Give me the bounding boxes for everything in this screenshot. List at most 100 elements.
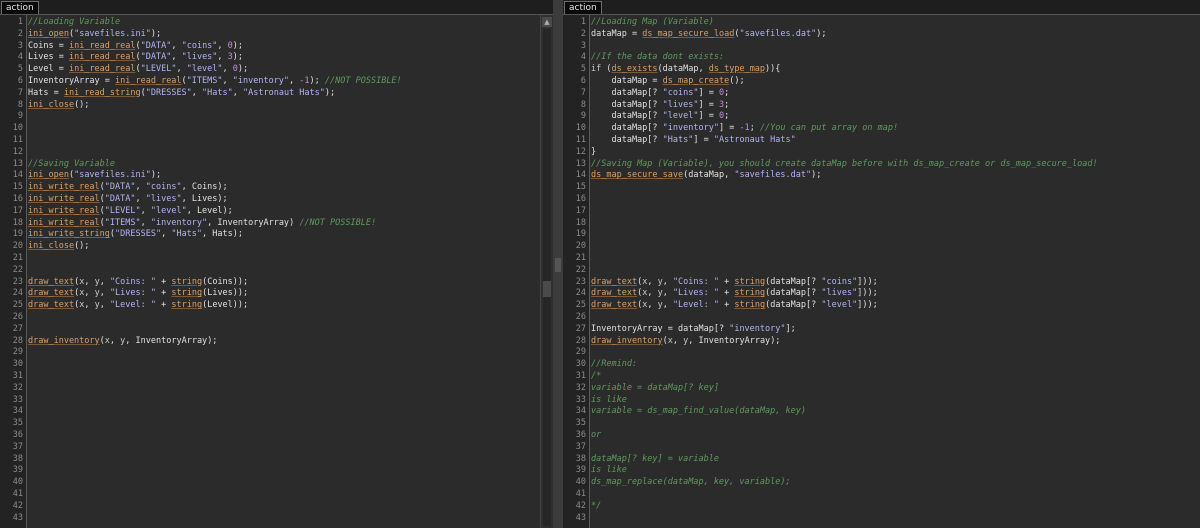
code-token: ); <box>324 87 336 98</box>
code-token: ini_read_real <box>68 64 136 75</box>
code-line[interactable]: Hats = ini_read_string("DRESSES", "Hats"… <box>28 88 335 100</box>
code-line[interactable]: ds_map_replace(dataMap, key, variable); <box>591 477 791 489</box>
editor-area[interactable]: 1 2 3 4 5 6 7 8 9 10 11 12 13 14 15 16 17 18 19 20 21 22 23 24 2… <box>563 15 1200 528</box>
code-line[interactable]: */ <box>591 501 601 513</box>
code-token: , <box>109 335 121 346</box>
code-line[interactable]: draw_text(x, y, "Coins: " + string(dataM… <box>591 277 878 289</box>
code-line[interactable]: /* <box>591 371 601 383</box>
code-token: [? <box>647 123 663 134</box>
code-token: ) <box>289 217 300 228</box>
pane-splitter[interactable] <box>553 0 563 528</box>
scrollbar-thumb[interactable] <box>543 281 551 297</box>
code-token: "level" <box>821 300 858 311</box>
code-line[interactable]: //Loading Map (Variable) <box>591 17 714 29</box>
code-area[interactable]: //Loading Variable ini_open("savefiles.in… <box>28 15 539 528</box>
code-token: ); <box>207 335 218 346</box>
code-line[interactable]: draw_text(x, y, "Coins: " + string(Coins… <box>28 277 248 289</box>
splitter-grip[interactable] <box>555 258 561 272</box>
code-line[interactable]: dataMap[? "inventory"] = -1; //You can p… <box>591 123 898 135</box>
line-number: 20 <box>575 241 586 252</box>
code-line[interactable]: dataMap = ds_map_secure_load("savefiles.… <box>591 29 826 41</box>
code-line[interactable]: ini_open("savefiles.ini"); <box>28 29 161 41</box>
code-token: "Hats" <box>202 87 233 98</box>
code-line[interactable]: variable = ds_map_find_value(dataMap, ke… <box>591 406 806 418</box>
code-line[interactable]: InventoryArray = dataMap[? "inventory"]; <box>591 324 796 336</box>
code-token: , <box>99 300 110 311</box>
code-line[interactable]: ini_write_real("DATA", "lives", Lives); <box>28 194 228 206</box>
code-line[interactable]: Level = ini_read_real("LEVEL", "level", … <box>28 64 248 76</box>
line-number: 34 <box>12 406 23 417</box>
line-number: 17 <box>575 205 586 216</box>
tab-action[interactable]: action <box>564 1 602 14</box>
code-line[interactable]: is like <box>591 395 627 407</box>
line-number: 35 <box>12 418 23 429</box>
code-line[interactable]: ini_write_real("DATA", "coins", Coins); <box>28 182 228 194</box>
code-token: = <box>58 64 69 75</box>
code-line[interactable]: //Saving Variable <box>28 159 115 171</box>
line-number: 16 <box>575 194 586 204</box>
code-line[interactable]: //Saving Map (Variable), you should crea… <box>591 159 1098 171</box>
vertical-scrollbar[interactable]: ▲ <box>540 15 553 528</box>
code-line[interactable]: draw_inventory(x, y, InventoryArray); <box>28 336 217 348</box>
line-number: 25 <box>575 300 586 311</box>
code-line[interactable]: draw_inventory(x, y, InventoryArray); <box>591 336 780 348</box>
code-token: ds_map_replace(dataMap, key, variable); <box>591 477 791 488</box>
code-line[interactable]: dataMap[? "lives"] = 3; <box>591 100 729 112</box>
code-line[interactable]: ini_open("savefiles.ini"); <box>28 170 161 182</box>
code-line[interactable]: //Loading Variable <box>28 17 120 29</box>
code-line[interactable]: variable = dataMap[? key] <box>591 383 719 395</box>
code-line[interactable]: Lives = ini_read_real("DATA", "lives", 3… <box>28 52 243 64</box>
code-line[interactable]: is like <box>591 465 627 477</box>
code-line[interactable]: InventoryArray = ini_read_real("ITEMS", … <box>28 76 402 88</box>
code-token: InventoryArray <box>591 323 668 334</box>
code-line[interactable]: dataMap = ds_map_create(); <box>591 76 744 88</box>
code-token: dataMap <box>770 288 807 299</box>
code-token: ] = <box>718 123 740 134</box>
code-token: InventoryArray <box>28 76 105 86</box>
line-number-gutter: 1 2 3 4 5 6 7 8 9 10 11 12 13 14 15 16 17 18 19 20 21 22 23 24 2… <box>0 15 27 528</box>
line-number: 6 <box>580 76 586 86</box>
code-line[interactable]: dataMap[? "level"] = 0; <box>591 111 729 123</box>
code-line[interactable]: Coins = ini_read_real("DATA", "coins", 0… <box>28 41 243 53</box>
code-token: ini_write_real <box>28 182 100 193</box>
code-line[interactable]: draw_text(x, y, "Level: " + string(dataM… <box>591 300 878 312</box>
code-token: "savefiles.ini" <box>74 170 151 181</box>
code-token: ); <box>232 40 244 51</box>
code-line[interactable]: draw_text(x, y, "Lives: " + string(dataM… <box>591 288 878 300</box>
code-line[interactable]: ds_map_secure_save(dataMap, "savefiles.d… <box>591 170 821 182</box>
code-token: "ITEMS" <box>186 76 223 86</box>
code-area[interactable]: //Loading Map (Variable) dataMap = ds_map… <box>591 15 1186 528</box>
code-line[interactable]: dataMap[? "coins"] = 0; <box>591 88 729 100</box>
code-line[interactable]: or <box>591 430 601 442</box>
code-line[interactable]: dataMap[? key] = variable <box>591 454 719 466</box>
line-number: 31 <box>575 371 586 381</box>
code-line[interactable]: } <box>591 147 596 159</box>
line-number: 24 <box>12 288 23 299</box>
code-line[interactable]: ini_write_real("LEVEL", "level", Level); <box>28 206 233 218</box>
code-line[interactable]: dataMap[? "Hats"] = "Astronaut Hats" <box>591 135 795 147</box>
line-number: 17 <box>12 205 23 216</box>
tab-action[interactable]: action <box>1 1 39 14</box>
editor-area[interactable]: 1 2 3 4 5 6 7 8 9 10 11 12 13 14 15 16 17 18 19 20 21 22 23 24 2… <box>0 15 553 528</box>
code-line[interactable]: draw_text(x, y, "Lives: " + string(Lives… <box>28 288 248 300</box>
code-token: ; <box>724 111 730 122</box>
code-token: ini_write_string <box>28 229 110 240</box>
code-token: Level <box>28 64 59 75</box>
code-line[interactable]: draw_text(x, y, "Level: " + string(Level… <box>28 300 248 312</box>
scroll-up-arrow-icon[interactable]: ▲ <box>542 17 552 27</box>
code-line[interactable]: ini_close(); <box>28 241 89 253</box>
code-line[interactable]: if (ds_exists(dataMap, ds_type_map)){ <box>591 64 780 76</box>
code-line[interactable]: ini_write_real("ITEMS", "inventory", Inv… <box>28 218 376 230</box>
code-line[interactable]: ini_close(); <box>28 100 89 112</box>
line-number: 16 <box>12 194 23 204</box>
line-number: 22 <box>12 264 23 275</box>
code-line[interactable]: //If the data dont exists: <box>591 52 724 64</box>
code-token: draw_text <box>591 288 638 299</box>
line-number: 14 <box>575 170 586 181</box>
scrollbar-track[interactable] <box>543 29 551 526</box>
code-line[interactable]: //Remind: <box>591 359 637 371</box>
code-token: [? <box>806 288 822 299</box>
line-number: 8 <box>580 99 586 110</box>
code-token: (); <box>74 241 90 252</box>
code-line[interactable]: ini_write_string("DRESSES", "Hats", Hats… <box>28 229 243 241</box>
